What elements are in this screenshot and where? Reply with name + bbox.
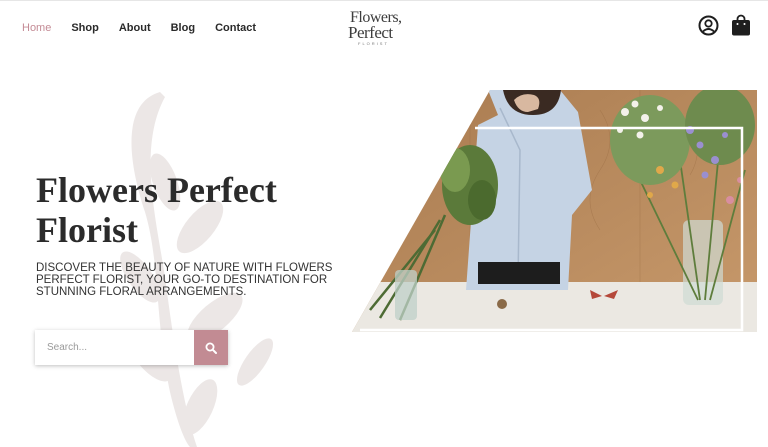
hero-title-line-1: Flowers Perfect [36,170,277,210]
main-nav: Home Shop About Blog Contact [22,22,256,34]
nav-shop[interactable]: Shop [71,22,99,34]
hero-title: Flowers Perfect Florist [36,170,356,250]
search-button[interactable] [194,330,228,365]
logo-line-3: FLORIST [358,41,389,46]
search-input[interactable] [35,330,194,365]
shopping-bag-icon[interactable] [731,14,751,36]
search-icon [205,342,217,354]
search-bar [35,330,228,365]
hero-description: DISCOVER THE BEAUTY OF NATURE WITH FLOWE… [36,262,333,298]
nav-about[interactable]: About [119,22,151,34]
nav-blog[interactable]: Blog [171,22,195,34]
nav-contact[interactable]: Contact [215,22,256,34]
site-logo[interactable]: Flowers, Perfect FLORIST [348,9,420,47]
hero-title-line-2: Florist [36,210,138,250]
top-border [0,0,768,1]
user-circle-icon[interactable] [698,15,719,36]
nav-home[interactable]: Home [22,22,51,34]
logo-line-2: Perfect [348,23,393,42]
